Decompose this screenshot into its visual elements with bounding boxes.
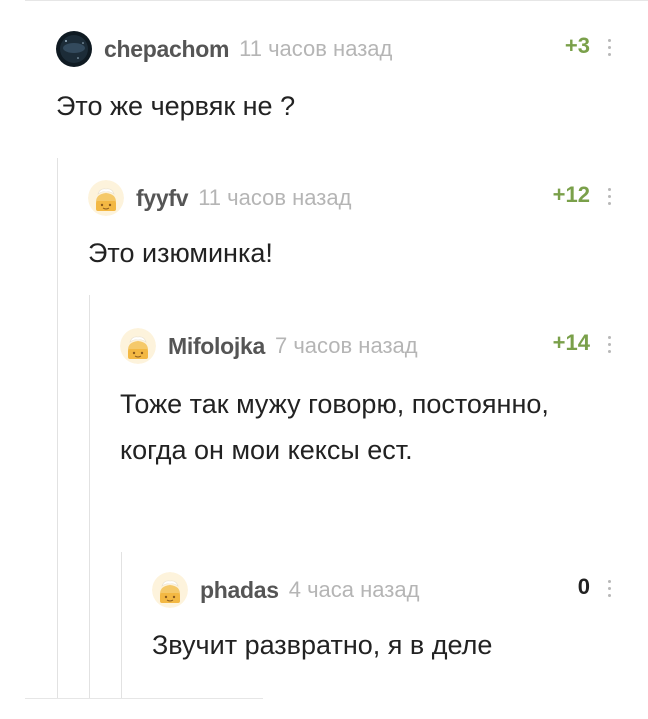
comment-header: chepachom 11 часов назад bbox=[56, 31, 392, 67]
comment-header: phadas 4 часа назад bbox=[152, 572, 419, 608]
top-divider bbox=[25, 0, 648, 1]
user-avatar[interactable] bbox=[152, 572, 188, 608]
comment-text: Это же червяк не ? bbox=[56, 91, 296, 121]
comment-text: Звучит развратно, я в деле bbox=[152, 630, 493, 660]
thread-line-level-1[interactable] bbox=[57, 158, 58, 698]
user-avatar[interactable] bbox=[120, 328, 156, 364]
author-name[interactable]: phadas bbox=[200, 577, 279, 604]
comment-rating[interactable]: +12 bbox=[530, 182, 590, 208]
comment-time[interactable]: 11 часов назад bbox=[198, 185, 351, 211]
comment-time[interactable]: 7 часов назад bbox=[275, 333, 418, 359]
author-name[interactable]: Mifolojka bbox=[168, 333, 265, 360]
bottom-divider bbox=[25, 698, 263, 699]
more-options-icon[interactable] bbox=[604, 577, 614, 603]
more-options-icon[interactable] bbox=[604, 185, 614, 211]
comment: Mifolojka 7 часов назад +14 Тоже так муж… bbox=[120, 328, 618, 528]
comment-rating[interactable]: 0 bbox=[530, 574, 590, 600]
author-name[interactable]: fyyfv bbox=[136, 185, 189, 212]
comment: fyyfv 11 часов назад +12 Это изюминка! bbox=[88, 180, 618, 280]
thread-line-level-3[interactable] bbox=[121, 552, 122, 698]
comment-header: Mifolojka 7 часов назад bbox=[120, 328, 418, 364]
more-options-icon[interactable] bbox=[604, 333, 614, 359]
comment-rating[interactable]: +14 bbox=[530, 330, 590, 356]
comment-text: Это изюминка! bbox=[88, 238, 273, 268]
author-name[interactable]: chepachom bbox=[104, 36, 229, 63]
comment-header: fyyfv 11 часов назад bbox=[88, 180, 351, 216]
comment-text: Тоже так мужу говорю, постоянно, когда о… bbox=[120, 389, 549, 465]
comment: chepachom 11 часов назад +3 Это же червя… bbox=[56, 31, 618, 141]
user-avatar[interactable] bbox=[88, 180, 124, 216]
more-options-icon[interactable] bbox=[604, 36, 614, 62]
comment: phadas 4 часа назад 0 Звучит развратно, … bbox=[152, 572, 618, 672]
comment-time[interactable]: 11 часов назад bbox=[239, 36, 392, 62]
thread-line-level-2[interactable] bbox=[89, 295, 90, 698]
comment-rating[interactable]: +3 bbox=[530, 33, 590, 59]
comment-time[interactable]: 4 часа назад bbox=[289, 577, 420, 603]
user-avatar[interactable] bbox=[56, 31, 92, 67]
